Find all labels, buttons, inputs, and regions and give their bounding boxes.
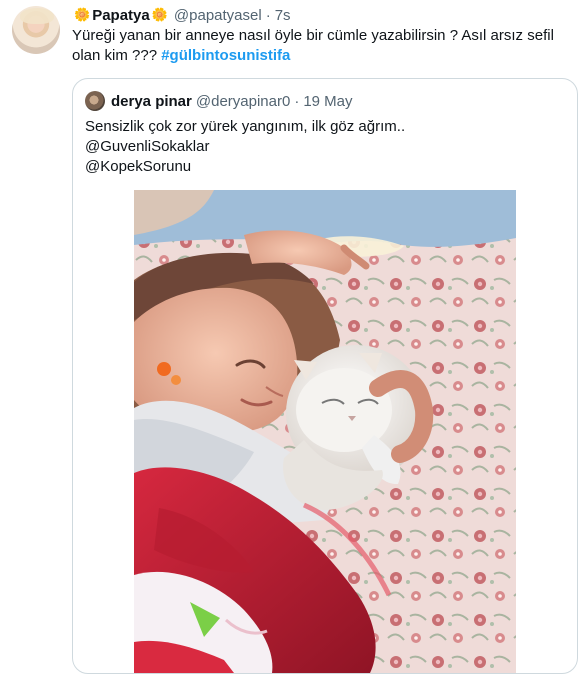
sleeping-child-with-cat-image: [134, 190, 516, 673]
flower-emoji-icon: 🌼: [74, 7, 91, 22]
tweet-body: Yüreği yanan bir anneye nasıl öyle bir c…: [72, 27, 554, 64]
quoted-tweet-photo[interactable]: [134, 190, 516, 673]
separator-dot: ·: [265, 6, 271, 24]
quoted-author-name: derya pinar: [111, 92, 192, 110]
author-name[interactable]: Papatya: [92, 7, 150, 24]
flower-emoji-icon: 🌼: [151, 7, 168, 22]
quoted-tweet-date: 19 May: [303, 92, 353, 110]
quoted-mention: @GuvenliSokaklar: [85, 138, 210, 155]
tweet-text: Yüreği yanan bir anneye nasıl öyle bir c…: [72, 26, 572, 66]
hashtag-link[interactable]: #gülbintosunistifa: [161, 47, 290, 64]
quoted-author-avatar: [85, 91, 105, 111]
author-avatar[interactable]: [12, 6, 60, 54]
quoted-tweet-header: derya pinar @deryapinar0 · 19 May: [111, 91, 353, 111]
quoted-tweet-text: Sensizlik çok zor yürek yangınım, ilk gö…: [85, 117, 565, 177]
author-handle[interactable]: @papatyasel: [174, 7, 262, 24]
tweet-header: 🌼 Papatya 🌼 @papatyasel · 7s: [72, 5, 291, 25]
quoted-mention: @KopekSorunu: [85, 158, 192, 175]
separator-dot: ·: [294, 92, 300, 110]
tweet[interactable]: 🌼 Papatya 🌼 @papatyasel · 7s Yüreği yana…: [0, 0, 581, 674]
tweet-time[interactable]: 7s: [275, 7, 291, 24]
quoted-tweet[interactable]: derya pinar @deryapinar0 · 19 May Sensiz…: [72, 78, 578, 674]
quoted-author-handle: @deryapinar0: [195, 92, 291, 110]
quoted-line: Sensizlik çok zor yürek yangınım, ilk gö…: [85, 118, 406, 135]
